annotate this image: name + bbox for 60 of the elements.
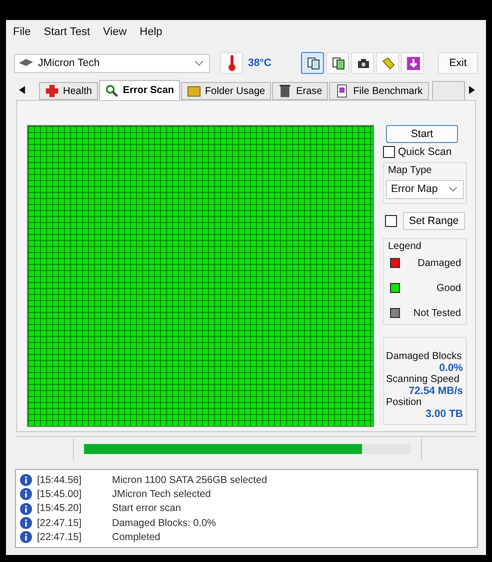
exit-button[interactable]: Exit — [438, 52, 478, 74]
info-icon — [20, 474, 32, 486]
menu-item[interactable]: Start Test — [44, 26, 90, 46]
set-range-button[interactable]: Set Range — [403, 212, 465, 230]
download-icon — [404, 55, 420, 71]
legend-label: Good — [436, 282, 461, 294]
map-type-dropdown[interactable]: Error Map — [386, 180, 464, 199]
drive-dropdown[interactable]: JMicron Tech — [14, 54, 210, 72]
log-time: [22:47.15] — [37, 518, 82, 529]
set-range-checkbox[interactable] — [385, 214, 397, 227]
chevron-icon — [195, 60, 203, 66]
thermometer-icon — [228, 55, 236, 71]
tab[interactable]: File Benchmark — [329, 82, 429, 100]
thermometer-button[interactable] — [220, 52, 243, 74]
menu-item[interactable]: View — [103, 26, 127, 46]
stat-label: Scanning Speed — [386, 374, 460, 385]
legend-label: Not Tested — [413, 308, 461, 319]
stat-value: 3.00 TB — [424, 408, 463, 420]
stat-value: 72.54 MB/s — [408, 385, 463, 397]
temperature-value: 38°C — [248, 57, 272, 69]
log-message: Damaged Blocks: 0.0% — [112, 518, 216, 529]
group-title: Legend — [387, 240, 422, 252]
info-icon — [20, 502, 32, 515]
group-title: Map Type — [387, 164, 433, 176]
stat-label: Position — [386, 397, 423, 408]
log-message: Micron 1100 SATA 256GB selected — [112, 474, 268, 486]
stat-label: Damaged Blocks — [386, 351, 463, 362]
drive-icon — [19, 59, 33, 67]
start-button[interactable]: Start — [386, 125, 458, 143]
log-message: Start error scan — [112, 503, 181, 514]
log-time: [15:45.00] — [37, 488, 82, 500]
document-icon — [335, 84, 350, 98]
log-time: [22:47.15] — [37, 532, 82, 543]
folder-icon — [187, 84, 202, 98]
quick-scan-checkbox[interactable]: Quick Scan — [383, 146, 467, 158]
cross-icon — [45, 84, 59, 98]
tag-icon — [380, 55, 396, 71]
info-icon — [20, 488, 32, 500]
tab[interactable]: Folder Usage — [181, 82, 272, 100]
trash-icon — [278, 84, 292, 98]
document-icon — [330, 55, 346, 71]
chevron-icon — [449, 186, 457, 192]
info-icon — [20, 531, 32, 544]
legend-label: Damaged — [418, 258, 461, 269]
log-time: [15:45.20] — [37, 503, 82, 514]
menu-item[interactable]: Help — [140, 26, 162, 46]
info-icon — [20, 517, 32, 530]
menu-item[interactable]: File — [13, 26, 31, 46]
tab[interactable]: Erase — [272, 82, 328, 100]
tab[interactable]: Health — [39, 82, 98, 100]
log-time: [15:44.56] — [37, 474, 82, 486]
scroll-right-icon[interactable] — [469, 86, 475, 94]
copy-icon — [304, 55, 320, 71]
scroll-left-icon[interactable] — [19, 86, 25, 94]
log-message: JMicron Tech selected — [112, 488, 211, 500]
search-icon — [104, 84, 119, 98]
toolbar-button[interactable] — [301, 52, 324, 74]
log-message: Completed — [112, 532, 160, 543]
stat-value: 0.0% — [438, 362, 463, 374]
tab[interactable]: Error Scan — [98, 80, 180, 100]
